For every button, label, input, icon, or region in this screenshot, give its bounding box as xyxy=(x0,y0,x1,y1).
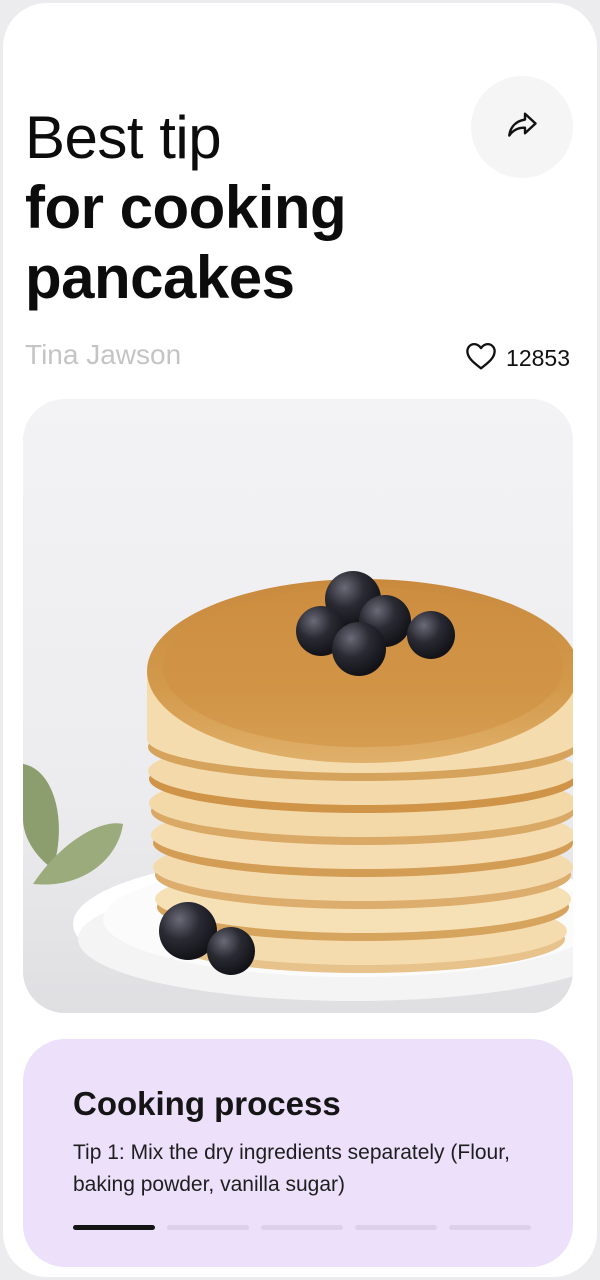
progress-step-4 xyxy=(355,1225,437,1230)
page-title: Best tip for cooking pancakes xyxy=(25,103,347,313)
progress-step-5 xyxy=(449,1225,531,1230)
hero-image xyxy=(23,399,573,1013)
like-count: 12853 xyxy=(506,345,570,371)
progress-step-1 xyxy=(73,1225,155,1230)
recipe-screen: Best tip for cooking pancakes Tina Jawso… xyxy=(3,3,597,1277)
share-button[interactable] xyxy=(471,76,573,178)
progress-step-2 xyxy=(167,1225,249,1230)
tip-text: Tip 1: Mix the dry ingredients separatel… xyxy=(73,1141,510,1196)
pancake-illustration xyxy=(23,399,573,1013)
title-line-2: for cooking xyxy=(25,174,347,241)
title-line-3: pancakes xyxy=(25,244,295,311)
title-line-1: Best tip xyxy=(25,104,222,171)
share-icon xyxy=(504,107,540,148)
step-progress xyxy=(73,1225,531,1230)
author-name[interactable]: Tina Jawson xyxy=(25,339,181,371)
progress-step-3 xyxy=(261,1225,343,1230)
cooking-process-card[interactable]: Cooking process Tip 1: Mix the dry ingre… xyxy=(23,1039,573,1267)
heart-icon xyxy=(464,341,498,376)
card-title: Cooking process xyxy=(73,1085,341,1122)
like-button[interactable]: 12853 xyxy=(464,341,570,376)
